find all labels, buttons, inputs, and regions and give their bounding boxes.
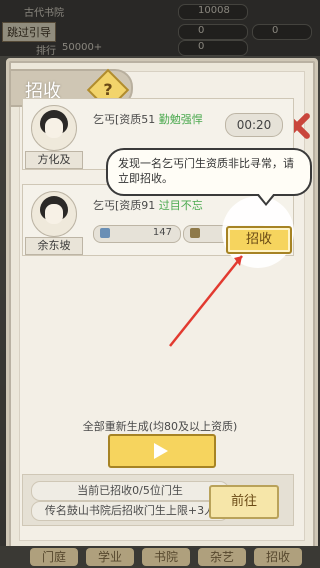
nav-item-2[interactable]: 学业: [86, 548, 134, 566]
candidate-timer-1: 00:20: [225, 113, 283, 137]
nav-item-5[interactable]: 招收: [254, 548, 302, 566]
candidate-trait-2: 过目不忘: [158, 199, 203, 212]
nav-item-3[interactable]: 书院: [142, 548, 190, 566]
candidate-trait-1: 勤勉强悍: [158, 113, 203, 126]
nav-item-1[interactable]: 门庭: [30, 548, 78, 566]
recruit-button[interactable]: 招收: [226, 226, 292, 254]
candidate-portrait-2: [31, 191, 77, 237]
candidate-line-1: 乞丐[资质51: [93, 113, 156, 126]
regen-text: 全部重新生成(均80及以上资质): [82, 420, 238, 433]
regen-play-button[interactable]: [108, 434, 216, 468]
bottom-nav: 门庭 学业 书院 杂艺 招收: [0, 546, 320, 568]
stat-icon-2: [190, 228, 200, 238]
portrait-face: [45, 118, 63, 138]
tutorial-bubble: 发现一名乞丐门生资质非比寻常，请立即招收。: [106, 148, 312, 206]
stat-value-1: 147: [152, 227, 172, 238]
recruit-info-box: 当前已招收0/5位门生 传名鼓山书院后招收门生上限+3人 前往: [22, 474, 294, 526]
candidate-info-1: 乞丐[资质51 勤勉强悍: [93, 111, 203, 127]
recruit-count-text: 当前已招收0/5位门生: [31, 481, 229, 501]
candidate-portrait-1: [31, 105, 77, 151]
candidate-info-2: 乞丐[资质91 过目不忘: [93, 197, 203, 213]
portrait-face: [45, 204, 63, 224]
stat-icon-1: [100, 228, 110, 238]
candidate-line-2: 乞丐[资质91: [93, 199, 156, 212]
candidate-stat-1: 147: [93, 225, 181, 243]
goto-button[interactable]: 前往: [209, 485, 279, 519]
recruit-limit-text: 传名鼓山书院后招收门生上限+3人: [31, 501, 229, 521]
candidate-name-2: 余东坡: [25, 237, 83, 255]
candidate-name-1: 方化及: [25, 151, 83, 169]
nav-item-4[interactable]: 杂艺: [198, 548, 246, 566]
